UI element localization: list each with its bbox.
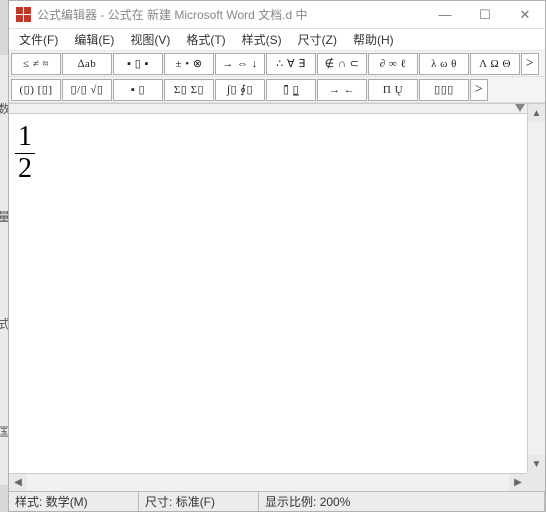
template-products[interactable]: Π Ų	[368, 79, 418, 101]
template-integral[interactable]: ∫▯ ∮▯	[215, 79, 265, 101]
template-labeled-arrows[interactable]: → ←	[317, 79, 367, 101]
scroll-right-icon[interactable]: ▶	[509, 474, 527, 491]
close-button[interactable]: ✕	[505, 1, 545, 29]
background-cut: 数量式国	[0, 55, 8, 485]
ruler-stop-icon	[515, 104, 525, 112]
symbol-toolbars: ≤ ≠ ≈ ∆ab ▪ ▯ ▪ ± • ⊗ → ⇔ ↓ ∴ ∀ ∃ ∉ ∩ ⊂ …	[9, 51, 545, 104]
palette-relations[interactable]: ≤ ≠ ≈	[11, 53, 61, 75]
hscroll-track[interactable]	[27, 474, 509, 491]
app-icon	[15, 7, 31, 23]
menu-format[interactable]: 格式(T)	[180, 29, 231, 50]
status-zoom-label: 显示比例:	[265, 493, 316, 510]
status-zoom[interactable]: 显示比例: 200%	[259, 492, 545, 511]
palette-misc[interactable]: ∂ ∞ ℓ	[368, 53, 418, 75]
template-overbar-underbar[interactable]: ▯̄ ▯̲	[266, 79, 316, 101]
template-fraction-radical[interactable]: ▯/▯ √▯	[62, 79, 112, 101]
ruler[interactable]	[9, 104, 527, 114]
vscroll-track[interactable]	[528, 122, 545, 455]
menu-file[interactable]: 文件(F)	[13, 29, 64, 50]
menu-edit[interactable]: 编辑(E)	[68, 29, 120, 50]
menu-help[interactable]: 帮助(H)	[347, 29, 400, 50]
status-style-value: 数学(M)	[46, 493, 88, 510]
fraction[interactable]: 1 2	[15, 122, 35, 185]
palette-greek-lower[interactable]: λ ω θ	[419, 53, 469, 75]
menu-view[interactable]: 视图(V)	[124, 29, 176, 50]
content-area: 1 2 ▲ ▼ ◀ ▶	[9, 104, 545, 491]
status-style-label: 样式:	[15, 493, 42, 510]
scroll-corner	[527, 473, 545, 491]
titlebar[interactable]: 公式编辑器 - 公式在 新建 Microsoft Word 文档.d 中 — ☐…	[9, 1, 545, 29]
palette-spaces[interactable]: ∆ab	[62, 53, 112, 75]
status-size-label: 尺寸:	[145, 493, 172, 510]
fraction-denominator[interactable]: 2	[15, 154, 35, 185]
minimize-button[interactable]: —	[425, 1, 465, 29]
maximize-button[interactable]: ☐	[465, 1, 505, 29]
toolbar-row-1: ≤ ≠ ≈ ∆ab ▪ ▯ ▪ ± • ⊗ → ⇔ ↓ ∴ ∀ ∃ ∉ ∩ ⊂ …	[9, 51, 545, 77]
toolbar-row-2: (▯) [▯] ▯/▯ √▯ ▪ ▯ Σ▯ Σ▯ ∫▯ ∮▯ ▯̄ ▯̲ → ←…	[9, 77, 545, 103]
scroll-left-icon[interactable]: ◀	[9, 474, 27, 491]
window-title: 公式编辑器 - 公式在 新建 Microsoft Word 文档.d 中	[37, 6, 425, 23]
template-matrix[interactable]: ▯▯▯	[419, 79, 469, 101]
palette-set-theory[interactable]: ∉ ∩ ⊂	[317, 53, 367, 75]
template-subscript-superscript[interactable]: ▪ ▯	[113, 79, 163, 101]
scroll-down-icon[interactable]: ▼	[528, 455, 545, 473]
menu-style[interactable]: 样式(S)	[236, 29, 288, 50]
palette-logic[interactable]: ∴ ∀ ∃	[266, 53, 316, 75]
palette-embellishments[interactable]: ▪ ▯ ▪	[113, 53, 163, 75]
scroll-up-icon[interactable]: ▲	[528, 104, 545, 122]
toolbar-overflow-2[interactable]: >	[470, 79, 488, 101]
equation-editor-window: 公式编辑器 - 公式在 新建 Microsoft Word 文档.d 中 — ☐…	[8, 0, 546, 512]
status-size[interactable]: 尺寸: 标准(F)	[139, 492, 259, 511]
statusbar: 样式: 数学(M) 尺寸: 标准(F) 显示比例: 200%	[9, 491, 545, 511]
palette-operators[interactable]: ± • ⊗	[164, 53, 214, 75]
palette-arrows[interactable]: → ⇔ ↓	[215, 53, 265, 75]
menubar: 文件(F) 编辑(E) 视图(V) 格式(T) 样式(S) 尺寸(Z) 帮助(H…	[9, 29, 545, 51]
status-zoom-value: 200%	[320, 495, 351, 509]
template-summation[interactable]: Σ▯ Σ▯	[164, 79, 214, 101]
status-size-value: 标准(F)	[176, 493, 215, 510]
vertical-scrollbar[interactable]: ▲ ▼	[527, 104, 545, 473]
status-style[interactable]: 样式: 数学(M)	[9, 492, 139, 511]
fraction-numerator[interactable]: 1	[15, 122, 35, 154]
equation-canvas[interactable]: 1 2	[9, 114, 527, 473]
horizontal-scrollbar[interactable]: ◀ ▶	[9, 473, 527, 491]
palette-greek-upper[interactable]: Λ Ω Θ	[470, 53, 520, 75]
template-fences[interactable]: (▯) [▯]	[11, 79, 61, 101]
menu-size[interactable]: 尺寸(Z)	[292, 29, 343, 50]
toolbar-overflow-1[interactable]: >	[521, 53, 539, 75]
